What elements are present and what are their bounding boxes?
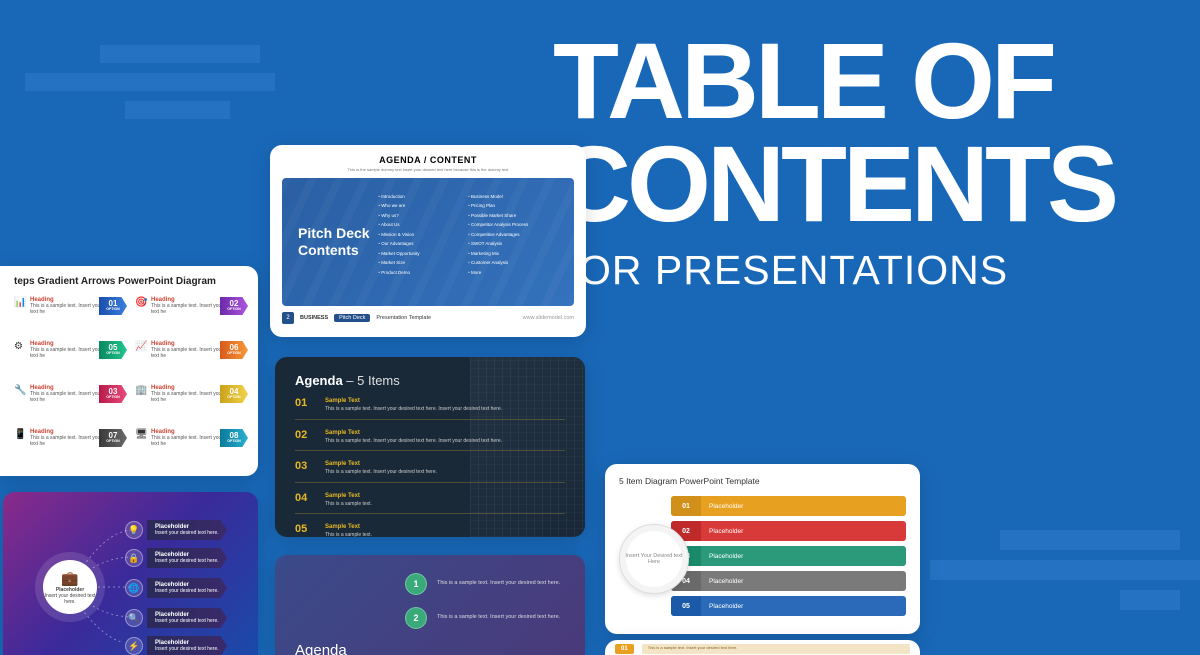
card2-grid: 📊HeadingThis is a sample text. Insert yo… (14, 297, 244, 465)
card1-header: AGENDA / CONTENT (282, 155, 574, 165)
card3-title: Agenda – 5 Items (295, 373, 565, 388)
node-icon: 🔍 (125, 609, 143, 627)
node-icon: 🔒 (125, 549, 143, 567)
decorative-bars-top (25, 45, 275, 129)
cell-icon: 📈 (135, 341, 147, 352)
card5-title: 5 Item Diagram PowerPoint Template (619, 476, 906, 486)
pitch-col-2: Business ModelPricing PlanPossible Marke… (468, 192, 558, 292)
pitch-col-1: IntroductionWho we areWhy us?About UsMis… (378, 192, 468, 292)
cell-icon: 📊 (14, 297, 26, 308)
node-icon: 🌐 (125, 579, 143, 597)
decorative-bars-bottom (930, 530, 1200, 620)
template-card-5item-diagram[interactable]: 5 Item Diagram PowerPoint Template Inser… (605, 464, 920, 634)
node-icon: ⚡ (125, 637, 143, 655)
cell-icon: 🖥 (135, 429, 148, 440)
template-card-agenda-purple[interactable]: Agenda 1This is a sample text. Insert yo… (275, 555, 585, 655)
hero-line1: TABLE OF (553, 30, 1115, 133)
template-card-placeholder-network[interactable]: 💼 Placeholder Insert your desired text h… (3, 492, 258, 655)
mini-num: 01 (615, 644, 634, 654)
hero-sub: FOR PRESENTATIONS (553, 247, 1115, 294)
mini-text: This is a sample text. Insert your desir… (642, 644, 910, 654)
template-card-gradient-arrows[interactable]: teps Gradient Arrows PowerPoint Diagram … (0, 266, 258, 476)
template-card-agenda-pitchdeck[interactable]: AGENDA / CONTENT This is the sample dumm… (270, 145, 586, 337)
pitch-deck-title: Pitch Deck Contents (298, 225, 378, 259)
briefcase-icon: 💼 (61, 570, 78, 587)
node-icon: 💡 (125, 521, 143, 539)
center-circle: Insert Your Desired text Here (619, 524, 689, 594)
card2-title: teps Gradient Arrows PowerPoint Diagram (14, 276, 244, 287)
cell-icon: ⚙ (14, 341, 23, 352)
page-number: 2 (282, 312, 294, 324)
card1-footer: 2 BUSINESS Pitch Deck Presentation Templ… (282, 312, 574, 324)
hero-title: TABLE OF CONTENTS FOR PRESENTATIONS (553, 30, 1115, 294)
hub-circle: 💼 Placeholder Insert your desired text h… (43, 560, 97, 614)
cell-icon: 🏢 (135, 385, 147, 396)
card1-subheader: This is the sample dummy text insert you… (282, 167, 574, 172)
template-card-partial-bottom[interactable]: 01 This is a sample text. Insert your de… (605, 640, 920, 655)
cell-icon: 📱 (14, 429, 26, 440)
hero-line2: CONTENTS (553, 133, 1115, 236)
cell-icon: 🔧 (14, 385, 26, 396)
cell-icon: 🎯 (135, 297, 147, 308)
template-card-agenda-dark[interactable]: Agenda – 5 Items 01Sample TextThis is a … (275, 357, 585, 537)
card6-title: Agenda (295, 642, 347, 655)
